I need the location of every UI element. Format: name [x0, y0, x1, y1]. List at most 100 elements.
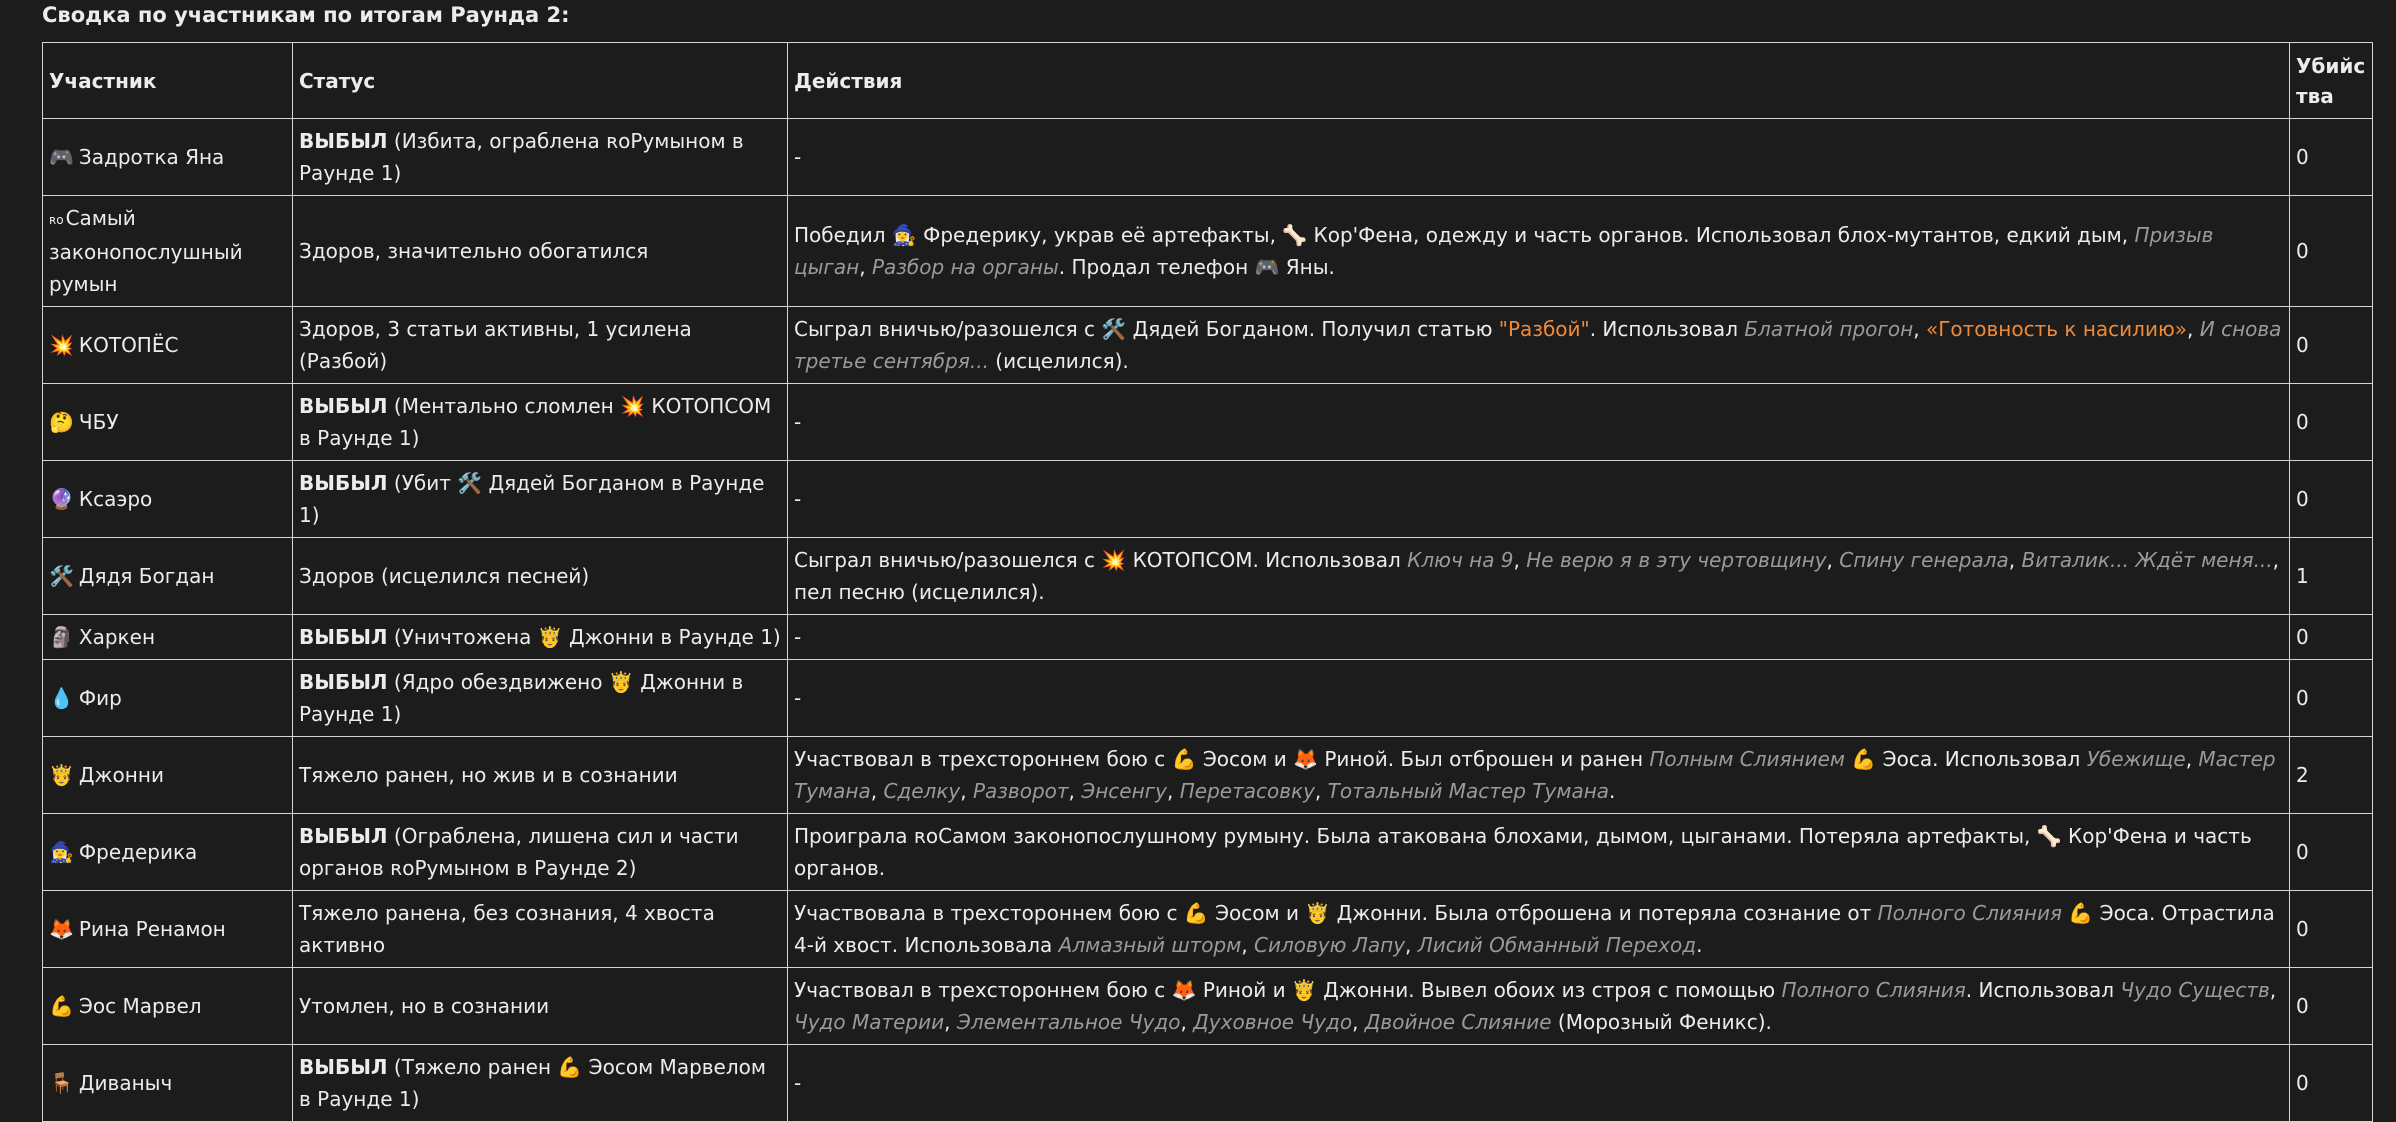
status-cell: ВЫБЫЛ (Ядро обездвижено 🤴 Джонни в Раунд…: [292, 659, 788, 737]
status-cell: ВЫБЫЛ (Тяжело ранен 💪 Эосом Марвелом в Р…: [292, 1044, 788, 1122]
participant-icon: 🔮: [49, 487, 74, 511]
table-row: 🛠️ Дядя Богдан Здоров (исцелился песней) Сы…: [42, 537, 2373, 615]
kills-cell: 0: [2289, 383, 2373, 461]
actions-text: ,: [1314, 779, 1328, 803]
participant-icon: 🎮: [49, 145, 74, 169]
participant-cell: 🪑 Диваныч: [42, 1044, 293, 1122]
actions-text: .: [1609, 779, 1616, 803]
article-name: "Разбой": [1498, 317, 1590, 341]
actions-text: Победил 🧙‍♀️ Фредерику, украв её артефак…: [794, 223, 2135, 247]
participant-name: Самый законопослушный румын: [49, 206, 243, 296]
ability-name: Чудо Материи: [794, 1010, 945, 1034]
status-cell: Здоров, значительно обогатился: [292, 195, 788, 307]
kills-cell: 2: [2289, 736, 2373, 814]
actions-text: ,: [960, 779, 973, 803]
actions-text: -: [794, 625, 802, 649]
kills-cell: 0: [2289, 890, 2373, 968]
status-cell: Тяжело ранена, без сознания, 4 хвоста ак…: [292, 890, 788, 968]
actions-text: (Морозный Феникс).: [1551, 1010, 1772, 1034]
actions-text: 💪 Эоса. Использовал: [1845, 747, 2087, 771]
participant-icon: 🪑: [49, 1071, 74, 1095]
participant-icon: 🗿: [49, 625, 74, 649]
table-row: 🔮 Ксаэро ВЫБЫЛ (Убит 🛠️ Дядей Богданом в Р…: [42, 460, 2373, 538]
actions-text: ,: [1068, 779, 1082, 803]
kills-cell: 0: [2289, 614, 2373, 660]
actions-text: ,: [1913, 317, 1926, 341]
ability-name: Чудо Существ: [2120, 978, 2270, 1002]
actions-cell: -: [787, 659, 2290, 737]
status-cell: Утомлен, но в сознании: [292, 967, 788, 1045]
actions-text: ,: [1241, 933, 1255, 957]
kills-cell: 0: [2289, 460, 2373, 538]
table-row: 💧 Фир ВЫБЫЛ (Ядро обездвижено 🤴 Джонни в Р…: [42, 659, 2373, 737]
actions-text: . Использовал: [1965, 978, 2121, 1002]
actions-cell: -: [787, 1044, 2290, 1122]
participant-name: Диваныч: [78, 1071, 173, 1095]
kills-cell: 0: [2289, 1044, 2373, 1122]
kills-cell: 0: [2289, 813, 2373, 891]
kills-cell: 0: [2289, 118, 2373, 196]
actions-text: Проиграла ʀᴏСамом законопослушному румын…: [794, 824, 2252, 880]
table-row: 🤴 Джонни Тяжело ранен, но жив и в сознании…: [42, 736, 2373, 814]
actions-text: -: [794, 145, 802, 169]
status-text: Тяжело ранена, без сознания, 4 хвоста ак…: [299, 901, 715, 957]
actions-text: ,: [1352, 1010, 1365, 1034]
status-out-label: ВЫБЫЛ: [299, 471, 388, 495]
ability-name: Элементальное Чудо: [956, 1010, 1181, 1034]
actions-text: . Использовал: [1589, 317, 1745, 341]
participant-name: КОТОПЁС: [78, 333, 179, 357]
actions-text: ,: [2269, 978, 2277, 1002]
status-out-label: ВЫБЫЛ: [299, 1055, 388, 1079]
actions-cell: -: [787, 383, 2290, 461]
status-cell: ВЫБЫЛ (Ментально сломлен 💥 КОТОПСОМ в Ра…: [292, 383, 788, 461]
actions-cell: Проиграла ʀᴏСамом законопослушному румын…: [787, 813, 2290, 891]
kills-cell: 0: [2289, 306, 2373, 384]
actions-text: ,: [1167, 779, 1180, 803]
participant-cell: 🗿 Харкен: [42, 614, 293, 660]
status-out-label: ВЫБЫЛ: [299, 670, 388, 694]
ability-name: Не верю я в эту чертовщину: [1526, 548, 1827, 572]
table-row: ʀᴏ Самый законопослушный румын Здоров, зна…: [42, 195, 2373, 307]
participant-cell: 💥 КОТОПЁС: [42, 306, 293, 384]
status-text: Здоров, значительно обогатился: [299, 239, 649, 263]
ability-name: Блатной прогон: [1744, 317, 1914, 341]
summary-container: Сводка по участникам по итогам Раунда 2:…: [42, 0, 2373, 1122]
participant-cell: 🧙‍♀️ Фредерика: [42, 813, 293, 891]
actions-text: -: [794, 1071, 802, 1095]
article-name: «Готовность к насилию»: [1925, 317, 2188, 341]
kills-cell: 0: [2289, 659, 2373, 737]
ability-name: Тотальный Мастер Тумана: [1327, 779, 1610, 803]
status-cell: ВЫБЫЛ (Избита, ограблена ʀᴏРумыном в Рау…: [292, 118, 788, 196]
actions-cell: Участвовал в трехстороннем бою с 🦊 Риной…: [787, 967, 2290, 1045]
status-out-label: ВЫБЫЛ: [299, 394, 388, 418]
table-row: 💥 КОТОПЁС Здоров, 3 статьи активны, 1 усил…: [42, 306, 2373, 384]
actions-text: ,: [1180, 1010, 1194, 1034]
ability-name: Разбор на органы: [871, 255, 1059, 279]
ability-name: Полного Слияния: [1781, 978, 1966, 1002]
actions-text: Сыграл вничью/разошелся с 💥 КОТОПСОМ. Ис…: [794, 548, 1408, 572]
ability-name: Виталик... Ждёт меня...: [2021, 548, 2273, 572]
status-text: Здоров, 3 статьи активны, 1 усилена (Раз…: [299, 317, 692, 373]
page-title: Сводка по участникам по итогам Раунда 2:: [42, 3, 570, 27]
actions-text: ,: [2185, 747, 2199, 771]
status-cell: ВЫБЫЛ (Убит 🛠️ Дядей Богданом в Раунде 1…: [292, 460, 788, 538]
ability-name: Двойное Слияние: [1364, 1010, 1552, 1034]
participant-name: Дядя Богдан: [78, 564, 215, 588]
participant-icon: 🦊: [49, 917, 74, 941]
table-row: 🗿 Харкен ВЫБЫЛ (Уничтожена 🤴 Джонни в Раун…: [42, 614, 2373, 660]
participant-name: ЧБУ: [78, 410, 119, 434]
column-header-kills: Убийс тва: [2289, 42, 2373, 119]
participant-name: Харкен: [78, 625, 156, 649]
status-cell: Здоров, 3 статьи активны, 1 усилена (Раз…: [292, 306, 788, 384]
participant-name: Рина Ренамон: [78, 917, 226, 941]
kills-cell: 0: [2289, 967, 2373, 1045]
table-row: 💪 Эос Марвел Утомлен, но в сознании Участво…: [42, 967, 2373, 1045]
actions-text: ,: [944, 1010, 957, 1034]
actions-text: ,: [2008, 548, 2022, 572]
status-cell: ВЫБЫЛ (Уничтожена 🤴 Джонни в Раунде 1): [292, 614, 788, 660]
column-header-actions: Действия: [787, 42, 2290, 119]
participant-cell: 🛠️ Дядя Богдан: [42, 537, 293, 615]
participants-table: Участник Статус Действия Убийс тва 🎮 Задро…: [42, 42, 2373, 1122]
actions-cell: Сыграл вничью/разошелся с 🛠️ Дядей Богда…: [787, 306, 2290, 384]
actions-text: Участвовал в трехстороннем бою с 💪 Эосом…: [794, 747, 1650, 771]
